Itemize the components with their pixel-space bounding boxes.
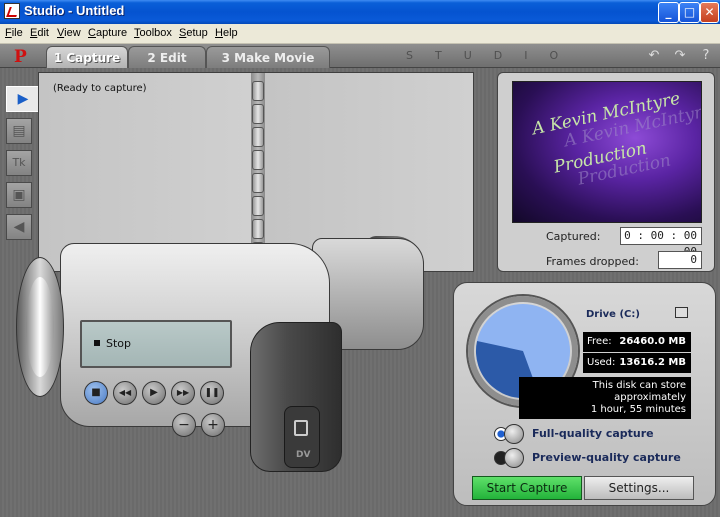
title-icon[interactable]: Tk [6, 150, 32, 176]
menu-file[interactable]: File [5, 27, 23, 39]
full-quality-knob[interactable] [504, 424, 524, 444]
free-value: 26460.0 MB [619, 336, 686, 347]
studio-window: Studio - Untitled _ □ ✕ File Edit View C… [0, 0, 720, 517]
audio-icon[interactable]: ◀ [6, 214, 32, 240]
stop-square-icon [94, 340, 100, 346]
drive-label: Drive (C:) [586, 309, 640, 320]
tab-edit[interactable]: 2 Edit [128, 46, 206, 68]
disk-info-line: This disk can store [592, 380, 686, 391]
album-ring [252, 104, 264, 124]
album-left-page[interactable]: (Ready to capture) [39, 73, 251, 271]
start-capture-button[interactable]: Start Capture [472, 476, 582, 500]
camcorder-lens-glass [26, 277, 54, 377]
album-ring [252, 127, 264, 147]
undo-icon[interactable]: ↶ [646, 48, 662, 64]
minimize-button[interactable]: _ [658, 2, 679, 23]
rewind-button[interactable]: ◀◀ [113, 381, 137, 405]
tab-capture[interactable]: 1 Capture [46, 46, 128, 68]
transport-status: Stop [94, 337, 131, 350]
camcorder-lcd: Stop [80, 320, 232, 368]
used-space-row: Used: 13616.2 MB [583, 353, 691, 373]
captured-time-readout: 0 : 00 : 00 . 00 [620, 227, 702, 258]
capture-status: (Ready to capture) [53, 83, 147, 94]
disk-info-line: 1 hour, 55 minutes [590, 404, 686, 415]
menu-capture[interactable]: Capture [88, 27, 127, 39]
album-ring [252, 81, 264, 101]
used-value: 13616.2 MB [619, 357, 686, 368]
play-button[interactable]: ▶ [142, 381, 166, 405]
album-ring [252, 173, 264, 193]
redo-icon[interactable]: ↷ [672, 48, 688, 64]
menu-view[interactable]: View [57, 27, 81, 39]
video-capture-icon[interactable]: ▶ [6, 86, 40, 112]
pause-button[interactable]: ❚❚ [200, 381, 224, 405]
full-quality-label[interactable]: Full-quality capture [532, 427, 654, 440]
preview-quality-option[interactable]: Preview-quality capture [494, 448, 692, 468]
scene-icon[interactable]: ▤ [6, 118, 32, 144]
free-label: Free: [587, 336, 612, 347]
preview-quality-label[interactable]: Preview-quality capture [532, 451, 681, 464]
dv-label: DV [296, 450, 311, 460]
disk-info-line: approximately [614, 392, 686, 403]
studio-app-icon[interactable] [4, 3, 20, 19]
menu-bar: File Edit View Capture Toolbox Setup Hel… [0, 24, 720, 44]
used-label: Used: [587, 357, 616, 368]
preview-quality-knob[interactable] [504, 448, 524, 468]
stop-button[interactable]: ■ [84, 381, 108, 405]
free-space-row: Free: 26460.0 MB [583, 332, 691, 352]
menu-setup[interactable]: Setup [179, 27, 208, 39]
tab-make-movie[interactable]: 3 Make Movie [206, 46, 330, 68]
dv-connector-icon [294, 420, 308, 436]
disk-capacity-info: This disk can store approximately 1 hour… [519, 377, 691, 419]
album-binding [251, 73, 265, 271]
captured-label: Captured: [546, 230, 601, 243]
mode-tab-strip: P 1 Capture 2 Edit 3 Make Movie STUDIO ↶… [0, 44, 720, 68]
volume-up-button[interactable]: + [201, 413, 225, 437]
preview-screen: A Kevin McIntyre A Kevin McIntyre Produc… [512, 81, 702, 223]
title-bar[interactable]: Studio - Untitled _ □ ✕ [0, 0, 720, 24]
menu-help[interactable]: Help [215, 27, 238, 39]
preview-panel: A Kevin McIntyre A Kevin McIntyre Produc… [497, 72, 715, 272]
menu-toolbox[interactable]: Toolbox [134, 27, 172, 39]
album-ring [252, 219, 264, 239]
folder-icon[interactable] [675, 307, 688, 318]
close-button[interactable]: ✕ [700, 2, 719, 23]
window-title: Studio - Untitled [24, 3, 125, 18]
help-icon[interactable]: ? [698, 48, 714, 64]
still-image-icon[interactable]: ▣ [6, 182, 32, 208]
volume-down-button[interactable]: − [172, 413, 196, 437]
frames-dropped-label: Frames dropped: [546, 255, 639, 268]
fast-forward-button[interactable]: ▶▶ [171, 381, 195, 405]
pinnacle-logo: P [14, 47, 27, 67]
maximize-button[interactable]: □ [679, 2, 700, 23]
album-ring [252, 150, 264, 170]
studio-brand: STUDIO [406, 49, 581, 62]
settings-button[interactable]: Settings... [584, 476, 694, 500]
frames-dropped-readout: 0 [658, 251, 702, 269]
menu-edit[interactable]: Edit [30, 27, 49, 39]
full-quality-option[interactable]: Full-quality capture [494, 424, 692, 444]
album-ring [252, 196, 264, 216]
